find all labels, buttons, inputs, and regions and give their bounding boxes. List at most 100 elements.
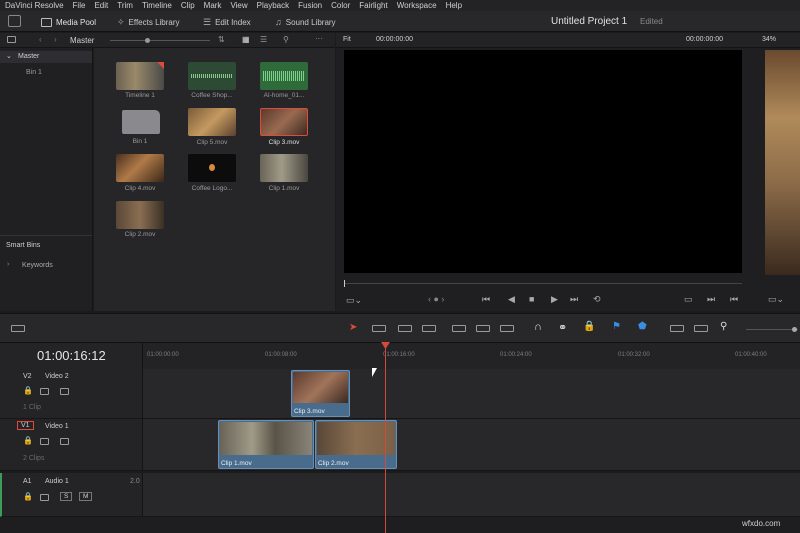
mute-button[interactable]: M	[79, 492, 93, 501]
track-name-v2[interactable]: Video 2	[45, 373, 69, 380]
track-id-v1[interactable]: V1	[17, 421, 34, 430]
timeline-clip-clip-1[interactable]: Clip 1.mov	[218, 420, 314, 469]
effects-library-button[interactable]: ✧ Effects Library	[117, 15, 180, 29]
list-view-icon[interactable]: ☰	[260, 35, 267, 44]
track-v2[interactable]	[143, 369, 800, 419]
sort-icon[interactable]: ⇅	[218, 35, 225, 44]
edit-index-button[interactable]: ☰ Edit Index	[203, 15, 251, 29]
media-item-clip-4[interactable]	[116, 154, 164, 182]
menu-file[interactable]: File	[73, 1, 86, 10]
track-id-v2: V2	[23, 373, 32, 380]
auto-select-icon[interactable]	[40, 438, 49, 445]
timeline-timecode[interactable]: 01:00:16:12	[37, 348, 106, 363]
sidebar-toggle-icon[interactable]	[7, 36, 16, 43]
sidebar-item-bin-1[interactable]: Bin 1	[26, 69, 42, 76]
menu-fairlight[interactable]: Fairlight	[359, 1, 387, 10]
linked-selection-icon[interactable]: ⚭	[558, 321, 567, 334]
menu-davinci-resolve[interactable]: DaVinci Resolve	[5, 1, 64, 10]
marker-icon[interactable]: ⬟	[638, 321, 647, 332]
timeline-clip-clip-3[interactable]: Clip 3.mov	[291, 370, 350, 417]
loop-icon[interactable]: ⟲	[593, 294, 601, 305]
media-item-clip-2[interactable]	[116, 201, 164, 229]
scrub-bar[interactable]	[344, 280, 742, 287]
dynamic-trim-icon[interactable]	[398, 325, 412, 332]
play-icon[interactable]: ▶	[551, 294, 558, 305]
media-item-clip-5[interactable]	[188, 108, 236, 136]
prev-edit-icon[interactable]: ⏮	[730, 294, 738, 305]
insert-clip-icon[interactable]	[452, 325, 466, 332]
thumbnail-view-icon[interactable]: ▦	[242, 35, 250, 44]
flag-icon[interactable]: ⚑	[612, 321, 621, 332]
full-extent-zoom-icon[interactable]	[670, 325, 684, 332]
menu-trim[interactable]: Trim	[117, 1, 133, 10]
timeline-zoom-slider[interactable]	[746, 327, 798, 332]
thumbnail-size-slider[interactable]	[110, 38, 210, 43]
go-to-start-icon[interactable]: ⏮	[482, 294, 490, 305]
menu-mark[interactable]: Mark	[204, 1, 222, 10]
timeline-ruler[interactable]	[143, 343, 800, 369]
detail-zoom-icon[interactable]	[694, 325, 708, 332]
disable-track-icon[interactable]	[60, 438, 69, 445]
smart-bin-expand-icon[interactable]: ›	[7, 261, 9, 268]
menu-view[interactable]: View	[230, 1, 247, 10]
menu-workspace[interactable]: Workspace	[397, 1, 437, 10]
media-item-clip-3[interactable]	[260, 108, 308, 136]
auto-select-icon[interactable]	[40, 388, 49, 395]
media-item-clip-1[interactable]	[260, 154, 308, 182]
lock-track-icon[interactable]: 🔒	[23, 436, 33, 445]
media-pool-button[interactable]: Media Pool	[41, 15, 96, 29]
media-item-coffee-shop-audio[interactable]	[188, 62, 236, 90]
lock-track-icon[interactable]: 🔒	[23, 386, 33, 395]
menu-help[interactable]: Help	[446, 1, 462, 10]
lock-icon[interactable]: 🔒	[583, 321, 595, 332]
zoom-level[interactable]: 34%	[762, 36, 776, 43]
back-icon[interactable]: ‹	[39, 35, 42, 44]
timeline-viewer-screen[interactable]	[765, 50, 800, 275]
viewer-options-icon[interactable]: ▭⌄	[346, 295, 362, 306]
track-a1[interactable]	[143, 473, 800, 517]
media-item-coffee-logo[interactable]	[188, 154, 236, 182]
smart-bin-keywords[interactable]: Keywords	[22, 262, 53, 269]
menu-timeline[interactable]: Timeline	[142, 1, 172, 10]
workspace-toggle-button[interactable]	[8, 15, 21, 27]
stop-icon[interactable]: ■	[529, 294, 534, 304]
viewer-fit-select[interactable]: Fit	[343, 36, 351, 43]
menu-color[interactable]: Color	[331, 1, 350, 10]
snapping-icon[interactable]: ∩	[534, 321, 542, 333]
menu-fusion[interactable]: Fusion	[298, 1, 322, 10]
menu-edit[interactable]: Edit	[94, 1, 108, 10]
play-reverse-icon[interactable]: ◀	[508, 294, 515, 305]
sidebar-item-master[interactable]: ⌄ Master	[0, 51, 92, 63]
go-to-end-icon[interactable]: ⏭	[570, 294, 578, 305]
timeline-viewer-options-icon[interactable]: ▭⌄	[768, 294, 784, 305]
lock-track-icon[interactable]: 🔒	[23, 492, 33, 501]
overwrite-clip-icon[interactable]	[476, 325, 490, 332]
trim-tool-icon[interactable]	[372, 325, 386, 332]
media-item-ai-home-audio[interactable]	[260, 62, 308, 90]
selection-tool-icon[interactable]: ➤	[349, 322, 357, 333]
disable-track-icon[interactable]	[60, 388, 69, 395]
media-item-timeline-1[interactable]	[116, 62, 164, 90]
blade-tool-icon[interactable]	[422, 325, 436, 332]
match-frame-icon[interactable]: ▭	[684, 294, 693, 305]
slider-knob[interactable]	[145, 38, 150, 43]
auto-select-icon[interactable]	[40, 494, 49, 501]
replace-clip-icon[interactable]	[500, 325, 514, 332]
track-name-v1[interactable]: Video 1	[45, 423, 69, 430]
media-item-bin-1[interactable]	[122, 110, 160, 134]
next-edit-icon[interactable]: ⏭	[707, 294, 715, 305]
solo-button[interactable]: S	[60, 492, 73, 501]
zoom-search-icon[interactable]: ⚲	[720, 321, 727, 332]
forward-icon[interactable]: ›	[54, 35, 57, 44]
playhead-line[interactable]	[385, 346, 386, 533]
search-icon[interactable]: ⚲	[283, 35, 289, 44]
menu-playback[interactable]: Playback	[257, 1, 289, 10]
menu-clip[interactable]: Clip	[181, 1, 195, 10]
track-name-a1[interactable]: Audio 1	[45, 478, 69, 485]
more-options-icon[interactable]: ···	[315, 34, 323, 43]
source-viewer-screen[interactable]	[344, 50, 742, 273]
sound-library-button[interactable]: ♫ Sound Library	[275, 15, 336, 29]
timeline-view-options-icon[interactable]	[11, 325, 25, 332]
jog-control[interactable]: ‹ ● ›	[428, 294, 444, 304]
slider-knob[interactable]	[792, 327, 797, 332]
